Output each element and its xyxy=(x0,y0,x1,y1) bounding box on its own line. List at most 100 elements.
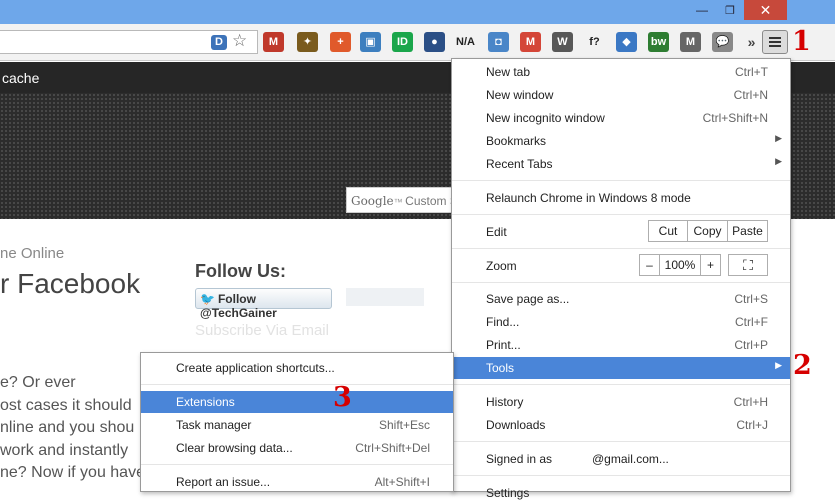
submenu-shortcut: Ctrl+Shift+Del xyxy=(355,441,430,455)
menu-label: New window xyxy=(486,88,554,102)
close-button[interactable]: ✕ xyxy=(744,0,787,20)
zoom-level: 100% xyxy=(659,254,701,276)
submenu-separator xyxy=(141,464,453,465)
menu-label: Bookmarks xyxy=(486,134,547,148)
overflow-chevron-icon[interactable]: » xyxy=(741,32,762,52)
zoom-in-button[interactable]: + xyxy=(700,254,721,276)
submenu-item-app-shortcuts[interactable]: Create application shortcuts... xyxy=(141,357,453,379)
menu-item-new-tab[interactable]: New tab Ctrl+T xyxy=(452,61,790,83)
minimize-button[interactable]: — xyxy=(688,0,716,20)
body-line: e? Or ever xyxy=(0,374,76,391)
wordpress-icon[interactable]: W xyxy=(552,32,573,52)
menu-item-bookmarks[interactable]: Bookmarks ▶ xyxy=(452,130,790,152)
chrome-menu-button[interactable] xyxy=(762,30,788,54)
annotation-two: 2 xyxy=(793,350,812,381)
menu-separator xyxy=(452,282,790,283)
menu-item-tools[interactable]: Tools ▶ xyxy=(452,357,790,379)
submenu-item-report-issue[interactable]: Report an issue... Alt+Shift+I xyxy=(141,471,453,493)
tools-submenu: Create application shortcuts... Extensio… xyxy=(140,352,454,492)
screenshot-icon[interactable]: ◘ xyxy=(488,32,509,52)
menu-label: New tab xyxy=(486,65,531,79)
network-icon[interactable]: ◆ xyxy=(616,32,637,52)
menu-shortcut: Ctrl+F xyxy=(735,315,768,329)
gmail-icon[interactable]: M xyxy=(263,32,284,52)
submenu-shortcut: Alt+Shift+I xyxy=(374,475,430,489)
menu-label: Save page as... xyxy=(486,292,570,306)
submenu-arrow-icon: ▶ xyxy=(775,156,782,166)
submenu-arrow-icon: ▶ xyxy=(775,133,782,143)
owl-icon[interactable]: ● xyxy=(424,32,445,52)
copy-button[interactable]: Copy xyxy=(687,220,728,242)
na-icon[interactable]: N/A xyxy=(455,32,476,52)
menu-label: Signed in as xyxy=(486,452,553,466)
title-bar: — ❐ ✕ xyxy=(0,0,835,24)
menu-label: New incognito window xyxy=(486,111,605,125)
bw-icon[interactable]: bw xyxy=(648,32,669,52)
twitter-bird-icon: 🐦 xyxy=(200,292,215,306)
menu-label: Relaunch Chrome in Windows 8 mode xyxy=(486,191,691,205)
menu-item-new-window[interactable]: New window Ctrl+N xyxy=(452,84,790,106)
page-extension-icon[interactable]: D xyxy=(211,35,227,50)
maximize-button[interactable]: ❐ xyxy=(716,0,744,20)
menu-item-history[interactable]: History Ctrl+H xyxy=(452,391,790,413)
submenu-item-extensions[interactable]: Extensions xyxy=(141,391,453,413)
sprite-icon[interactable]: ✦ xyxy=(297,32,318,52)
menu-shortcut: Ctrl+N xyxy=(733,88,768,102)
submenu-item-clear-data[interactable]: Clear browsing data... Ctrl+Shift+Del xyxy=(141,437,453,459)
menu-item-recent-tabs[interactable]: Recent Tabs ▶ xyxy=(452,153,790,175)
submenu-label: Task manager xyxy=(176,418,252,432)
paste-button[interactable]: Paste xyxy=(727,220,768,242)
hamburger-icon xyxy=(769,41,781,43)
follow-heading: Follow Us: xyxy=(195,261,286,281)
submenu-shortcut: Shift+Esc xyxy=(378,418,430,432)
menu-item-print[interactable]: Print... Ctrl+P xyxy=(452,334,790,356)
id-icon[interactable]: ID xyxy=(392,32,413,52)
submenu-item-task-manager[interactable]: Task manager Shift+Esc xyxy=(141,414,453,436)
google-custom-search-input[interactable]: Google™ Custom Sea xyxy=(346,187,456,213)
menu-item-new-incognito[interactable]: New incognito window Ctrl+Shift+N xyxy=(452,107,790,129)
address-bar[interactable]: D ☆ xyxy=(0,30,258,54)
subscribe-heading: Subscribe Via Email xyxy=(195,322,329,339)
fx-icon[interactable]: f? xyxy=(584,32,605,52)
menu-item-find[interactable]: Find... Ctrl+F xyxy=(452,311,790,333)
menu-item-downloads[interactable]: Downloads Ctrl+J xyxy=(452,414,790,436)
submenu-label: Extensions xyxy=(176,395,235,409)
menu-shortcut: Ctrl+T xyxy=(735,65,768,79)
menu-shortcut: Ctrl+P xyxy=(734,338,768,352)
social-widget[interactable] xyxy=(346,288,424,306)
article-subtitle: ne Online xyxy=(0,245,65,262)
star-icon[interactable]: ☆ xyxy=(232,31,247,51)
menu-label: Print... xyxy=(486,338,521,352)
menu-shortcut: Ctrl+H xyxy=(733,395,768,409)
body-line: ost cases it should xyxy=(0,396,132,414)
menu-item-settings[interactable]: Settings xyxy=(452,482,790,504)
twitter-follow-button[interactable]: 🐦 Follow @TechGainer xyxy=(195,288,332,320)
article-heading: r Facebook xyxy=(0,268,141,299)
fullscreen-icon[interactable]: ⛶ xyxy=(728,254,768,276)
submenu-label: Create application shortcuts... xyxy=(176,361,335,375)
menu-separator xyxy=(452,384,790,385)
menu-separator xyxy=(452,248,790,249)
header-text: cache xyxy=(2,70,40,86)
annotation-one: 1 xyxy=(792,26,811,57)
browser-toolbar: D ☆ M ✦ + ▣ ID ● N/A ◘ M Wf? ◆ bw M 💬 » xyxy=(0,24,835,61)
menu-separator xyxy=(452,214,790,215)
annotation-three: 3 xyxy=(333,382,352,413)
menu-label: Find... xyxy=(486,315,520,329)
menu-label: Edit xyxy=(486,225,507,239)
mail-check-icon[interactable]: M xyxy=(680,32,701,52)
plus-icon[interactable]: + xyxy=(330,32,351,52)
image-icon[interactable]: ▣ xyxy=(360,32,381,52)
menu-label: Settings xyxy=(486,486,530,500)
menu-label: Tools xyxy=(486,361,515,375)
zoom-out-button[interactable]: – xyxy=(639,254,660,276)
gmail-check-icon[interactable]: M xyxy=(520,32,541,52)
chat-icon[interactable]: 💬 xyxy=(712,32,733,52)
cut-button[interactable]: Cut xyxy=(648,220,688,242)
menu-shortcut: Ctrl+S xyxy=(734,292,768,306)
body-line: nline and you shou xyxy=(0,419,135,436)
menu-item-relaunch-win8[interactable]: Relaunch Chrome in Windows 8 mode xyxy=(452,187,790,209)
menu-item-signed-in[interactable]: Signed in as @gmail.com... xyxy=(452,448,790,470)
menu-item-save-page[interactable]: Save page as... Ctrl+S xyxy=(452,288,790,310)
menu-label: Recent Tabs xyxy=(486,157,553,171)
